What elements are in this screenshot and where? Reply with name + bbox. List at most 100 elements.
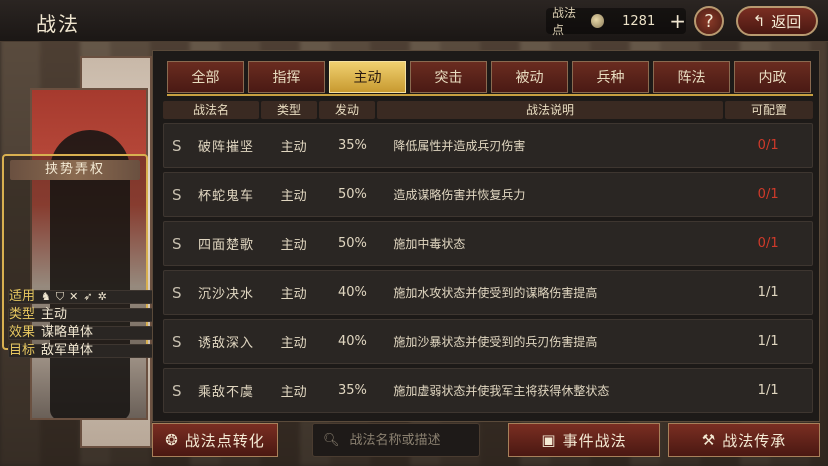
effect-value: 谋略单体 — [41, 325, 94, 340]
tactic-name: 沉沙决水 — [197, 287, 254, 302]
page-title: 战法 — [36, 12, 80, 36]
tactic-desc: 造成谋略伤害并恢复兵力 — [393, 188, 526, 202]
tactic-type: 主动 — [280, 238, 307, 253]
search-icon: 🔍︎ — [323, 432, 340, 448]
tactic-config: 1/1 — [757, 334, 779, 349]
apply-label: 适用 — [9, 289, 36, 304]
tactic-type: 主动 — [280, 140, 307, 155]
card-info: 适用 ♞ ⛉ ✕ ➶ ✲ 类型 主动 效果 谋略单体 目标 敌军单体 — [8, 289, 658, 358]
convert-label: 战法点转化 — [184, 431, 265, 450]
tactic-grade: S — [172, 136, 182, 155]
help-button[interactable]: ? — [694, 6, 724, 36]
tactic-name: 杯蛇鬼车 — [197, 189, 254, 204]
tactic-points-display: 战法点 1281 + — [546, 6, 686, 37]
hammer-icon: ⚒ — [701, 431, 717, 449]
flame-icon: ❂ — [165, 431, 179, 449]
type-value: 主动 — [41, 307, 68, 322]
tactic-desc: 施加水攻状态并使受到的谋略伤害提高 — [393, 286, 598, 300]
event-label: 事件战法 — [562, 431, 627, 450]
tactic-row[interactable]: S 四面楚歌 主动 50% 施加中毒状态 0/1 — [163, 221, 813, 266]
siege-icon: ✲ — [97, 290, 107, 303]
target-value: 敌军单体 — [41, 343, 94, 358]
tactic-rate: 35% — [338, 138, 367, 153]
table-header: 战法名 类型 发动 战法说明 可配置 — [163, 101, 813, 119]
back-arrow-icon: ↰ — [752, 12, 766, 30]
tactic-row[interactable]: S 诱敌深入 主动 40% 施加沙暴状态并使受到的兵刃伤害提高 1/1 — [163, 319, 813, 364]
tactics-list: S 破阵摧坚 主动 35% 降低属性并造成兵刃伤害 0/1 S 杯蛇鬼车 主动 50% 造成谋略伤害… — [163, 123, 813, 417]
tactic-grade: S — [172, 381, 182, 400]
tactic-card[interactable]: 挟势弄权 适用 ♞ ⛉ ✕ ➶ ✲ 类型 主动 效果 谋略单体 目标 敌军单体 — [2, 154, 658, 358]
tab-3[interactable]: 突击 — [410, 61, 487, 93]
tactic-name: 诱敌深入 — [197, 336, 254, 351]
target-label: 目标 — [9, 343, 36, 358]
tactic-config: 1/1 — [757, 383, 779, 398]
col-desc: 战法说明 — [377, 101, 723, 119]
tab-5[interactable]: 兵种 — [572, 61, 649, 93]
shield-icon: ⛉ — [55, 290, 65, 303]
tactic-rate: 40% — [338, 334, 367, 349]
card-title: 挟势弄权 — [10, 160, 140, 180]
unit-type-icons: ♞ ⛉ ✕ ➶ ✲ — [41, 290, 107, 304]
tactic-type: 主动 — [280, 336, 307, 351]
tactic-type: 主动 — [280, 385, 307, 400]
tab-7[interactable]: 内政 — [734, 61, 811, 93]
search-box[interactable]: 🔍︎ — [312, 423, 480, 457]
type-label: 类型 — [9, 307, 36, 322]
tactic-desc: 降低属性并造成兵刃伤害 — [393, 139, 526, 153]
tactic-type: 主动 — [280, 287, 307, 302]
bottom-bar: ❂ 战法点转化 🔍︎ ▣ 事件战法 ⚒ 战法传承 — [0, 420, 828, 466]
inherit-label: 战法传承 — [722, 431, 787, 450]
tactic-config: 0/1 — [757, 187, 779, 202]
tactic-rate: 50% — [338, 236, 367, 251]
tactic-row[interactable]: S 杯蛇鬼车 主动 50% 造成谋略伤害并恢复兵力 0/1 — [163, 172, 813, 217]
tactic-name: 乘敌不虞 — [197, 385, 254, 400]
points-value: 1281 — [622, 13, 656, 29]
tab-2[interactable]: 主动 — [329, 61, 406, 93]
tactic-name: 破阵摧坚 — [197, 140, 254, 155]
tactic-row[interactable]: S 破阵摧坚 主动 35% 降低属性并造成兵刃伤害 0/1 — [163, 123, 813, 168]
search-input[interactable] — [349, 432, 470, 448]
top-bar: 战法 战法点 1281 + ? ↰ 返回 — [0, 0, 828, 42]
category-tabs: 全部 指挥 主动 突击 被动 兵种 阵法 内政 — [167, 61, 811, 93]
back-label: 返回 — [771, 12, 802, 31]
tab-4[interactable]: 被动 — [491, 61, 568, 93]
tactic-config: 0/1 — [757, 236, 779, 251]
cavalry-icon: ♞ — [41, 290, 51, 303]
tab-6[interactable]: 阵法 — [653, 61, 730, 93]
tactics-panel: 全部 指挥 主动 突击 被动 兵种 阵法 内政 战法名 类型 发动 战法说明 可配置 S 破阵摧… — [152, 50, 820, 422]
tab-1[interactable]: 指挥 — [248, 61, 325, 93]
tactic-rate: 40% — [338, 285, 367, 300]
crossbow-icon: ✕ — [69, 290, 79, 303]
tactic-inherit-button[interactable]: ⚒ 战法传承 — [668, 423, 820, 457]
col-rate: 发动 — [319, 101, 375, 119]
coin-icon — [590, 14, 605, 28]
back-button[interactable]: ↰ 返回 — [736, 6, 818, 36]
add-points-button[interactable]: + — [669, 11, 686, 31]
tactic-config: 1/1 — [757, 285, 779, 300]
tactic-name: 四面楚歌 — [197, 238, 254, 253]
tabs-underline — [167, 94, 813, 96]
scroll-icon: ▣ — [541, 431, 557, 449]
col-name: 战法名 — [163, 101, 259, 119]
tactic-desc: 施加虚弱状态并使我军主将获得休整状态 — [393, 384, 610, 398]
tactic-row[interactable]: S 乘敌不虞 主动 35% 施加虚弱状态并使我军主将获得休整状态 1/1 — [163, 368, 813, 413]
event-tactics-button[interactable]: ▣ 事件战法 — [508, 423, 660, 457]
tactic-config: 0/1 — [757, 138, 779, 153]
col-type: 类型 — [261, 101, 317, 119]
spear-icon: ➶ — [83, 290, 93, 303]
tactic-grade: S — [172, 332, 182, 351]
tactic-grade: S — [172, 234, 182, 253]
convert-points-button[interactable]: ❂ 战法点转化 — [152, 423, 278, 457]
tactic-grade: S — [172, 185, 182, 204]
tactic-row[interactable]: S 沉沙决水 主动 40% 施加水攻状态并使受到的谋略伤害提高 1/1 — [163, 270, 813, 315]
tactic-rate: 50% — [338, 187, 367, 202]
tactic-type: 主动 — [280, 189, 307, 204]
tab-0[interactable]: 全部 — [167, 61, 244, 93]
tactic-desc: 施加中毒状态 — [393, 237, 466, 251]
tactic-rate: 35% — [338, 383, 367, 398]
points-label: 战法点 — [552, 6, 577, 37]
col-config: 可配置 — [725, 101, 813, 119]
effect-label: 效果 — [9, 325, 36, 340]
tactic-desc: 施加沙暴状态并使受到的兵刃伤害提高 — [393, 335, 598, 349]
tactic-grade: S — [172, 283, 182, 302]
